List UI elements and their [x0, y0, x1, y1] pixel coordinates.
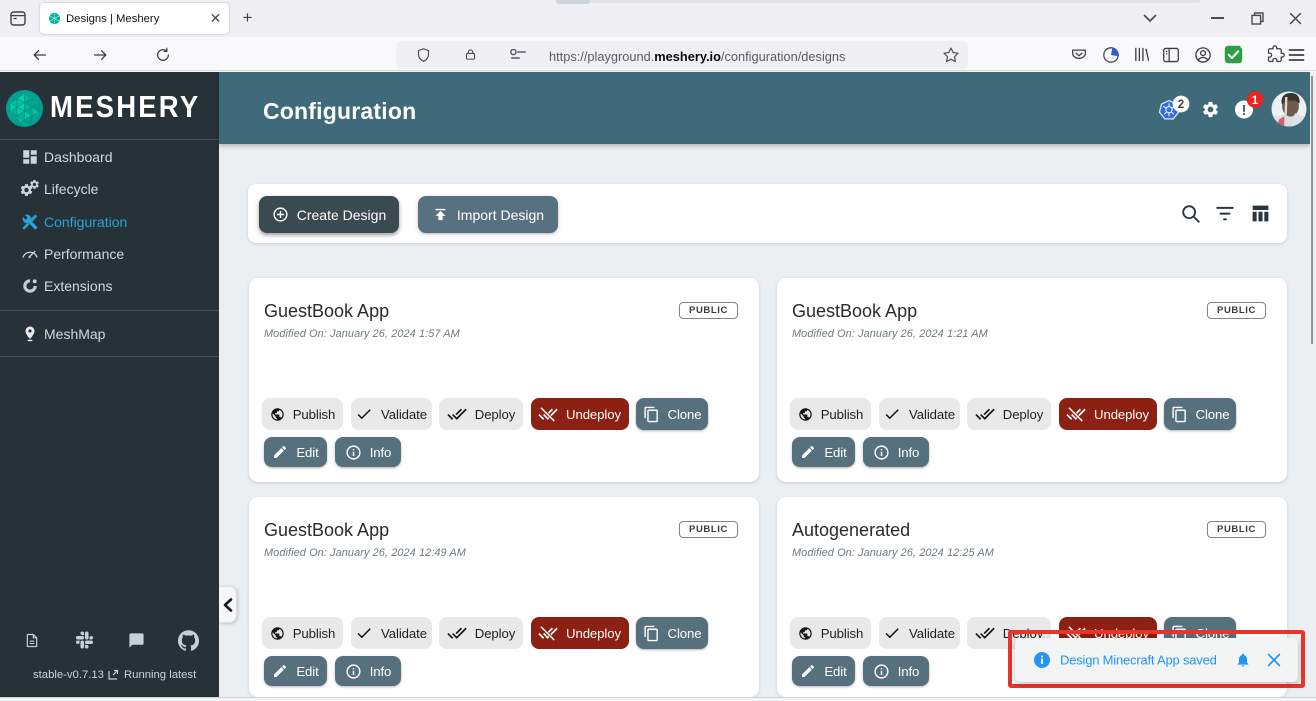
svg-text:2: 2: [1178, 99, 1184, 111]
svg-text:!: !: [1242, 102, 1247, 119]
svg-text:1: 1: [1252, 95, 1259, 107]
